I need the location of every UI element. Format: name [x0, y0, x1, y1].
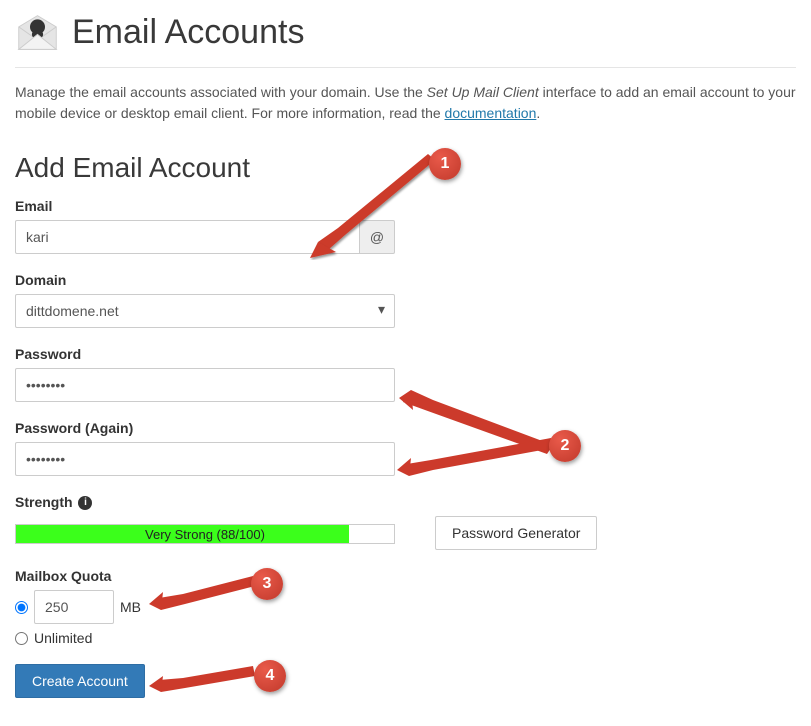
domain-select[interactable]: dittdomene.net [15, 294, 395, 328]
strength-row: Very Strong (88/100) Password Generator [15, 516, 796, 550]
password-again-label: Password (Again) [15, 420, 796, 436]
envelope-icon [15, 10, 60, 55]
strength-label: Strength i [15, 494, 796, 510]
intro-text: Manage the email accounts associated wit… [15, 82, 796, 124]
quota-label: Mailbox Quota [15, 568, 796, 584]
email-group: Email @ [15, 198, 796, 254]
intro-prefix: Manage the email accounts associated wit… [15, 84, 427, 100]
quota-unlimited-row: Unlimited [15, 630, 796, 646]
email-label: Email [15, 198, 796, 214]
strength-label-text: Strength [15, 494, 73, 510]
password-again-group: Password (Again) [15, 420, 796, 476]
divider [15, 67, 796, 68]
quota-unit: MB [120, 599, 141, 615]
domain-label: Domain [15, 272, 796, 288]
strength-bar: Very Strong (88/100) [15, 524, 395, 544]
intro-em: Set Up Mail Client [427, 84, 539, 100]
quota-unlimited-label: Unlimited [34, 630, 92, 646]
domain-select-wrap: dittdomene.net [15, 294, 395, 328]
password-label: Password [15, 346, 796, 362]
page-header: Email Accounts [15, 10, 796, 55]
documentation-link[interactable]: documentation [445, 105, 537, 121]
quota-group: Mailbox Quota MB Unlimited [15, 568, 796, 646]
domain-group: Domain dittdomene.net [15, 272, 796, 328]
create-account-button[interactable]: Create Account [15, 664, 145, 698]
password-group: Password [15, 346, 796, 402]
email-input[interactable] [15, 220, 360, 254]
quota-fixed-row: MB [15, 590, 796, 624]
email-input-group: @ [15, 220, 395, 254]
page-title: Email Accounts [72, 13, 304, 52]
password-input[interactable] [15, 368, 395, 402]
quota-fixed-radio[interactable] [15, 601, 28, 614]
at-addon: @ [360, 220, 395, 254]
section-title: Add Email Account [15, 152, 796, 184]
strength-group: Strength i Very Strong (88/100) Password… [15, 494, 796, 550]
quota-unlimited-radio[interactable] [15, 632, 28, 645]
password-again-input[interactable] [15, 442, 395, 476]
quota-input[interactable] [34, 590, 114, 624]
submit-group: Create Account [15, 664, 796, 698]
strength-text: Very Strong (88/100) [16, 525, 394, 545]
info-icon[interactable]: i [78, 496, 92, 510]
password-generator-button[interactable]: Password Generator [435, 516, 597, 550]
intro-suffix: . [536, 105, 540, 121]
